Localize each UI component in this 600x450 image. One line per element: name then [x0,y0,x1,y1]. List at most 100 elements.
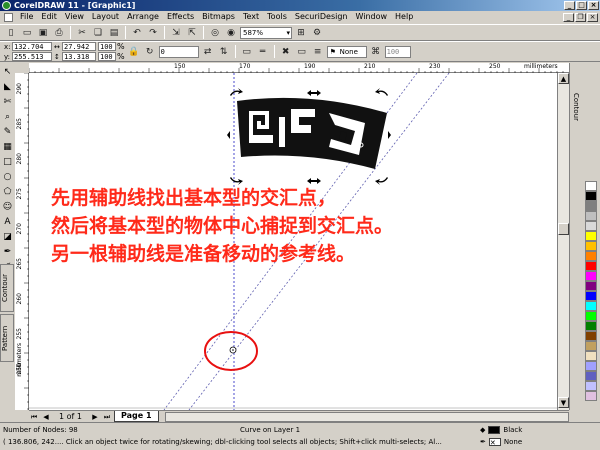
lock-ratio-icon[interactable]: 🔒 [127,45,141,58]
first-page-icon[interactable]: ⏮ [29,412,39,422]
line-style-dropdown-icon[interactable]: ═ [256,45,270,58]
doc-minimize-button[interactable]: _ [563,12,574,22]
drawing-canvas[interactable]: 先用辅助线找出基本型的交汇点， 然后将基本型的物体中心捕捉到交汇点。 另一根辅助… [29,73,557,410]
palette-swatch[interactable] [585,371,597,381]
vertical-ruler[interactable]: 290 285 280 275 270 265 260 255 250 mill… [15,72,29,410]
menu-layout[interactable]: Layout [88,11,123,23]
docker-tab-contour[interactable]: Contour [0,264,14,312]
copy-icon[interactable]: ❏ [91,26,105,39]
palette-swatch[interactable] [585,271,597,281]
maximize-button[interactable]: □ [576,1,587,10]
palette-swatch[interactable] [585,241,597,251]
close-button[interactable]: × [588,1,599,10]
menu-file[interactable]: File [16,11,37,23]
undo-icon[interactable]: ↶ [130,26,144,39]
rectangle-tool-icon[interactable]: □ [1,155,14,169]
palette-swatch[interactable] [585,251,597,261]
outline-x-icon[interactable]: ✖ [279,45,293,58]
minimize-button[interactable]: _ [564,1,575,10]
palette-swatch[interactable] [585,281,597,291]
menu-edit[interactable]: Edit [37,11,61,23]
vertical-scrollbar[interactable]: ▲ ▼ [557,73,569,410]
palette-swatch[interactable] [585,221,597,231]
convert-icon[interactable]: ⌘ [369,45,383,58]
scroll-up-arrow-icon[interactable]: ▲ [558,73,569,84]
rotation-icon[interactable]: ↻ [143,45,157,58]
palette-swatch[interactable] [585,391,597,401]
palette-swatch[interactable] [585,331,597,341]
prev-page-icon[interactable]: ◀ [41,412,51,422]
page-tab-1[interactable]: Page 1 [113,411,159,422]
menu-view[interactable]: View [61,11,88,23]
vertical-scroll-thumb[interactable] [558,223,569,235]
arrowhead-dropdown-icon[interactable]: ▭ [295,45,309,58]
document-icon[interactable] [4,12,13,22]
mirror-vertical-icon[interactable]: ⇅ [217,45,231,58]
next-page-icon[interactable]: ▶ [90,412,100,422]
doc-close-button[interactable]: × [587,12,598,22]
import-icon[interactable]: ⇲ [169,26,183,39]
export-icon[interactable]: ⇱ [185,26,199,39]
opacity-input[interactable]: 100 [384,45,411,58]
menu-text[interactable]: Text [239,11,263,23]
options-icon[interactable]: ⚙ [310,26,324,39]
menu-arrange[interactable]: Arrange [123,11,163,23]
greek-key-shape[interactable] [237,97,387,169]
palette-swatch[interactable] [585,341,597,351]
menu-tools[interactable]: Tools [263,11,291,23]
cut-icon[interactable]: ✂ [75,26,89,39]
palette-swatch[interactable] [585,301,597,311]
snap-to-grid-icon[interactable]: ⊞ [294,26,308,39]
mirror-horizontal-icon[interactable]: ⇄ [201,45,215,58]
shape-dropdown-icon[interactable]: ▭ [240,45,254,58]
application-launcher-icon[interactable]: ◎ [208,26,222,39]
palette-swatch[interactable] [585,291,597,301]
palette-swatch[interactable] [585,201,597,211]
x-position-input[interactable]: 132.704 [12,42,52,51]
doc-restore-button[interactable]: ❐ [575,12,586,22]
last-page-icon[interactable]: ⏭ [102,412,112,422]
new-document-icon[interactable]: ▯ [4,26,18,39]
rotation-angle-input[interactable]: 0 [158,45,199,58]
polygon-tool-icon[interactable]: ⬠ [1,185,14,199]
horizontal-ruler[interactable]: 150 170 190 210 230 250 millimeters [28,63,569,73]
menu-securidesign[interactable]: SecuriDesign [291,11,352,23]
zoom-tool-icon[interactable]: ⌕ [1,110,14,124]
palette-swatch[interactable] [585,361,597,371]
width-input[interactable]: 27.942 [62,42,96,51]
menu-help[interactable]: Help [391,11,417,23]
height-input[interactable]: 13.318 [62,52,96,61]
y-position-input[interactable]: 255.513 [12,52,52,61]
palette-swatch[interactable] [585,381,597,391]
text-wrap-icon[interactable]: ≡ [311,45,325,58]
palette-swatch[interactable] [585,351,597,361]
palette-swatch[interactable] [585,191,597,201]
smart-fill-icon[interactable]: ▦ [1,140,14,154]
palette-swatch[interactable] [585,211,597,221]
palette-swatch[interactable] [585,261,597,271]
outline-width-dropdown[interactable]: None [326,45,367,58]
text-tool-icon[interactable]: A [1,215,14,229]
eyedropper-icon[interactable]: ✒ [1,245,14,259]
pick-tool-icon[interactable]: ↖ [1,65,14,79]
corel-online-icon[interactable]: ◉ [224,26,238,39]
menu-effects[interactable]: Effects [163,11,198,23]
interactive-blend-icon[interactable]: ◪ [1,230,14,244]
print-icon[interactable]: ⎙ [52,26,66,39]
paste-icon[interactable]: ▤ [107,26,121,39]
save-icon[interactable]: ▣ [36,26,50,39]
outline-indicator[interactable]: ✒ ✕ None [480,438,522,447]
palette-swatch[interactable] [585,311,597,321]
open-folder-icon[interactable]: ▭ [20,26,34,39]
basic-shapes-icon[interactable]: ☺ [1,200,14,214]
menu-bitmaps[interactable]: Bitmaps [198,11,239,23]
crop-tool-icon[interactable]: ✄ [1,95,14,109]
menu-window[interactable]: Window [351,11,391,23]
docker-tab-pattern[interactable]: Pattern [0,314,14,362]
docker-tab-contour-right[interactable]: Contour [572,93,580,121]
scale-height-input[interactable]: 100 [98,52,116,61]
horizontal-scrollbar[interactable] [164,411,569,422]
shape-tool-icon[interactable]: ◣ [1,80,14,94]
redo-icon[interactable]: ↷ [146,26,160,39]
palette-swatch[interactable] [585,231,597,241]
